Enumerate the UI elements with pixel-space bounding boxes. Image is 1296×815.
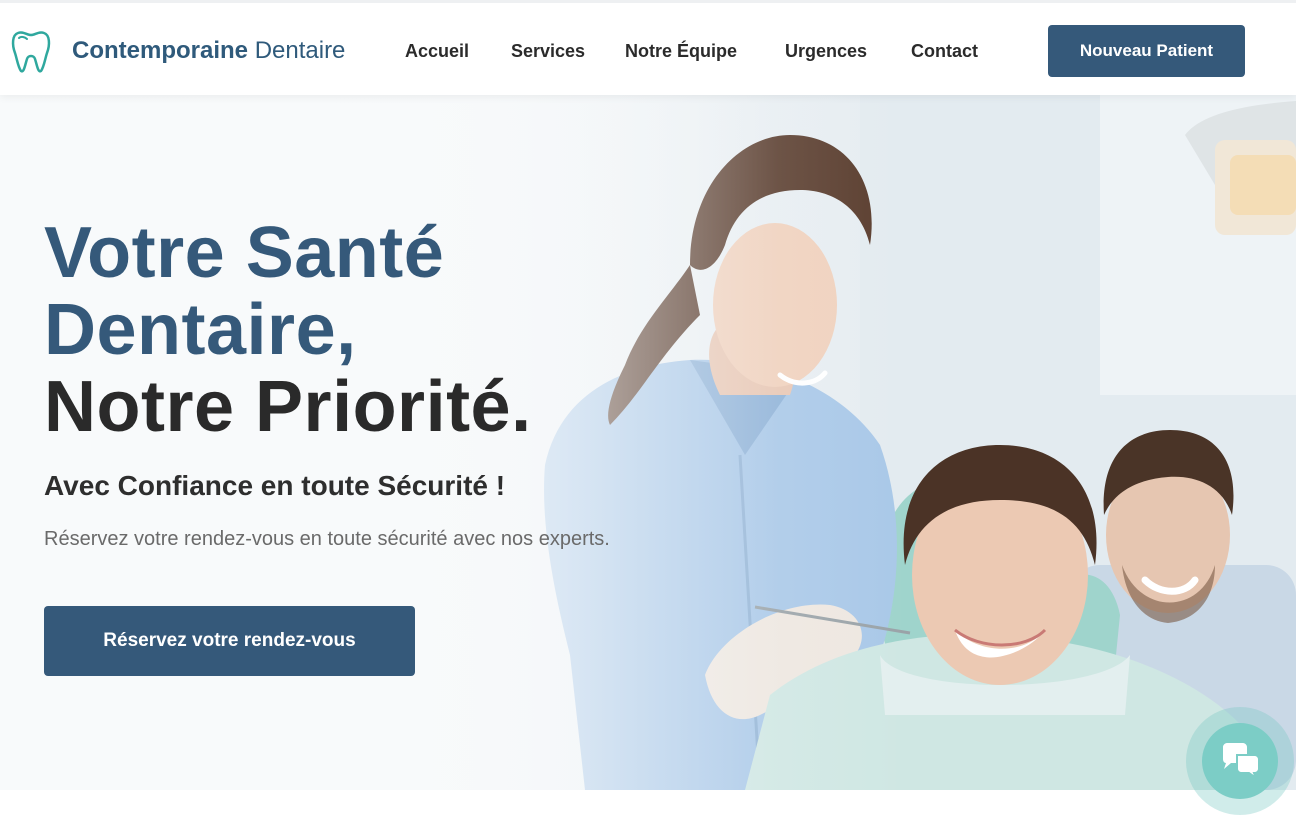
site-header: Contemporaine Dentaire Accueil Services … xyxy=(0,0,1296,95)
hero-title: Votre Santé Dentaire, Notre Priorité. xyxy=(44,215,644,446)
hero-description: Réservez votre rendez-vous en toute sécu… xyxy=(44,528,610,550)
nav-item-contact[interactable]: Contact xyxy=(911,41,978,62)
book-appointment-button[interactable]: Réservez votre rendez-vous xyxy=(44,606,415,676)
hero-title-line3: Notre Priorité. xyxy=(44,367,532,447)
new-patient-button[interactable]: Nouveau Patient xyxy=(1048,25,1245,77)
nav-item-urgences[interactable]: Urgences xyxy=(785,41,867,62)
hero-title-line2: Dentaire, xyxy=(44,290,357,370)
nav-item-services[interactable]: Services xyxy=(511,41,585,62)
hero-title-line1: Votre Santé xyxy=(44,213,445,293)
hero-subtitle: Avec Confiance en toute Sécurité ! xyxy=(44,470,506,501)
nav-item-notre-equipe[interactable]: Notre Équipe xyxy=(625,41,737,62)
tooth-icon[interactable] xyxy=(10,27,52,75)
brand-name-light: Dentaire xyxy=(254,37,346,64)
brand-name[interactable]: Contemporaine Dentaire xyxy=(72,37,345,65)
nav-item-accueil[interactable]: Accueil xyxy=(405,41,469,62)
chat-button[interactable] xyxy=(1202,723,1278,799)
chat-bubbles-icon xyxy=(1223,743,1260,779)
brand-name-bold: Contemporaine xyxy=(72,37,249,64)
